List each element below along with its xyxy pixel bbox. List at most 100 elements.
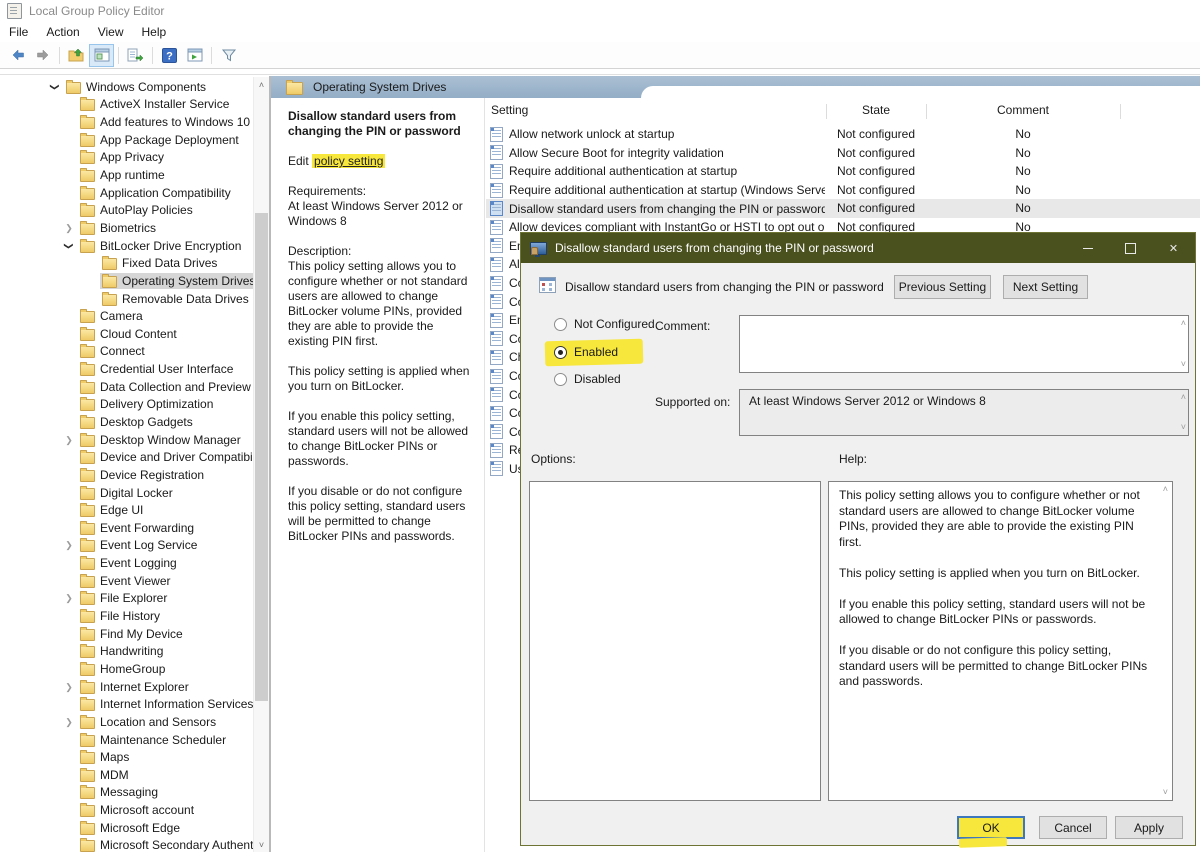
tree-item[interactable]: ❯Event Log Service [0, 537, 253, 555]
tree-node[interactable]: Internet Explorer [78, 679, 192, 695]
comment-textarea[interactable]: ˄ ˅ [739, 315, 1189, 373]
expander-right-icon[interactable]: ❯ [60, 717, 78, 727]
up-one-level-icon[interactable] [64, 44, 89, 67]
menu-help[interactable]: Help [133, 23, 176, 41]
tree-node[interactable]: Biometrics [78, 220, 159, 236]
help-icon[interactable]: ? [157, 44, 182, 67]
tree-item[interactable]: Internet Information Services [0, 695, 253, 713]
tree-node[interactable]: Internet Information Services [78, 696, 253, 712]
tree-node[interactable]: Desktop Gadgets [78, 414, 196, 430]
close-icon[interactable]: ✕ [1152, 233, 1195, 263]
tree-node[interactable]: Device Registration [78, 467, 207, 483]
tree-node[interactable]: Microsoft Edge [78, 820, 183, 836]
tree-item[interactable]: File History [0, 607, 253, 625]
previous-setting-button[interactable]: Previous Setting [894, 275, 991, 299]
expander-down-icon[interactable]: ❯ [64, 237, 74, 255]
settings-row[interactable]: Allow Secure Boot for integrity validati… [486, 144, 1200, 163]
tree-item[interactable]: Event Logging [0, 554, 253, 572]
scroll-up-icon[interactable]: ˄ [254, 77, 269, 92]
tree-node[interactable]: Device and Driver Compatibil [78, 449, 253, 465]
tree-node[interactable]: Maintenance Scheduler [78, 732, 229, 748]
tree-node[interactable]: App Privacy [78, 149, 167, 165]
tree-item[interactable]: App Package Deployment [0, 131, 253, 149]
filter-icon[interactable] [216, 44, 241, 67]
radio-option-not-configured[interactable]: Not Configured [554, 317, 655, 331]
tree-item[interactable]: Device and Driver Compatibil [0, 448, 253, 466]
tree-item[interactable]: ❯Internet Explorer [0, 678, 253, 696]
tree-item[interactable]: Removable Data Drives [0, 290, 253, 308]
tree-item[interactable]: ❯Windows Components [0, 78, 253, 96]
tree-item[interactable]: Microsoft Edge [0, 819, 253, 837]
apply-button[interactable]: Apply [1115, 816, 1183, 839]
column-separator[interactable] [1120, 104, 1121, 119]
tree-item[interactable]: Handwriting [0, 643, 253, 661]
menu-view[interactable]: View [89, 23, 133, 41]
tree-node[interactable]: Event Forwarding [78, 520, 197, 536]
radio-selected-icon[interactable] [554, 346, 567, 359]
forward-arrow-icon[interactable] [30, 44, 55, 67]
tree-item[interactable]: AutoPlay Policies [0, 201, 253, 219]
tree-node[interactable]: Data Collection and Preview B [78, 379, 253, 395]
tree-item[interactable]: ❯File Explorer [0, 590, 253, 608]
tree-node[interactable]: BitLocker Drive Encryption [78, 238, 244, 254]
tree-item[interactable]: Digital Locker [0, 484, 253, 502]
expander-right-icon[interactable]: ❯ [60, 682, 78, 692]
tree-scrollbar[interactable]: ˄ ˅ [253, 77, 269, 852]
tree-node[interactable]: Connect [78, 343, 148, 359]
menu-action[interactable]: Action [37, 23, 88, 41]
expander-right-icon[interactable]: ❯ [60, 435, 78, 445]
settings-row[interactable]: Require additional authentication at sta… [486, 181, 1200, 200]
ok-button[interactable]: OK [957, 816, 1025, 839]
tree-item[interactable]: Application Compatibility [0, 184, 253, 202]
tree-item[interactable]: ❯Biometrics [0, 219, 253, 237]
tree-item[interactable]: Microsoft account [0, 801, 253, 819]
tree-item[interactable]: ❯BitLocker Drive Encryption [0, 237, 253, 255]
tree-item[interactable]: Event Viewer [0, 572, 253, 590]
tree-item[interactable]: App runtime [0, 166, 253, 184]
tree-item[interactable]: Add features to Windows 10 [0, 113, 253, 131]
tree-node[interactable]: Find My Device [78, 626, 186, 642]
tree-item[interactable]: Cloud Content [0, 325, 253, 343]
tree-node[interactable]: Desktop Window Manager [78, 432, 244, 448]
tree-item[interactable]: Delivery Optimization [0, 396, 253, 414]
expander-right-icon[interactable]: ❯ [60, 223, 78, 233]
tree-node[interactable]: Messaging [78, 784, 161, 800]
scroll-down-icon[interactable]: ˅ [1163, 788, 1168, 797]
menu-file[interactable]: File [0, 23, 37, 41]
tree-node[interactable]: AutoPlay Policies [78, 202, 196, 218]
next-setting-button[interactable]: Next Setting [1003, 275, 1088, 299]
tree-item[interactable]: Edge UI [0, 501, 253, 519]
back-arrow-icon[interactable] [5, 44, 30, 67]
scroll-up-icon[interactable]: ˄ [1181, 393, 1186, 402]
settings-row[interactable]: Disallow standard users from changing th… [486, 199, 1200, 218]
tree-node[interactable]: Maps [78, 749, 132, 765]
tree-node[interactable]: Microsoft account [78, 802, 197, 818]
tree-item[interactable]: MDM [0, 766, 253, 784]
tree-node[interactable]: Event Log Service [78, 537, 200, 553]
cancel-button[interactable]: Cancel [1039, 816, 1107, 839]
tree-node[interactable]: Operating System Drives [100, 273, 253, 289]
tree-item[interactable]: Messaging [0, 784, 253, 802]
tree-item[interactable]: Connect [0, 343, 253, 361]
tree-node[interactable]: Windows Components [64, 79, 209, 95]
export-list-icon[interactable] [123, 44, 148, 67]
policy-setting-link[interactable]: policy setting [312, 153, 385, 169]
tree-item[interactable]: Microsoft Secondary Authent [0, 837, 253, 852]
maximize-icon[interactable] [1109, 233, 1152, 263]
column-header-comment[interactable]: Comment [926, 103, 1120, 117]
column-header-state[interactable]: State [826, 103, 926, 117]
scroll-up-icon[interactable]: ˄ [1181, 319, 1186, 328]
tree-node[interactable]: HomeGroup [78, 661, 168, 677]
tree-item[interactable]: Data Collection and Preview B [0, 378, 253, 396]
scrollbar-thumb[interactable] [255, 213, 268, 701]
tree-node[interactable]: Edge UI [78, 502, 146, 518]
tree-item[interactable]: Credential User Interface [0, 360, 253, 378]
tree-node[interactable]: Digital Locker [78, 485, 176, 501]
tree-item[interactable]: Desktop Gadgets [0, 413, 253, 431]
tree-node[interactable]: ActiveX Installer Service [78, 96, 232, 112]
scroll-down-icon[interactable]: ˅ [1181, 360, 1186, 369]
tree-node[interactable]: Microsoft Secondary Authent [78, 837, 253, 852]
dialog-titlebar[interactable]: Disallow standard users from changing th… [521, 233, 1195, 263]
tree-item[interactable]: HomeGroup [0, 660, 253, 678]
scroll-down-icon[interactable]: ˅ [254, 837, 269, 852]
